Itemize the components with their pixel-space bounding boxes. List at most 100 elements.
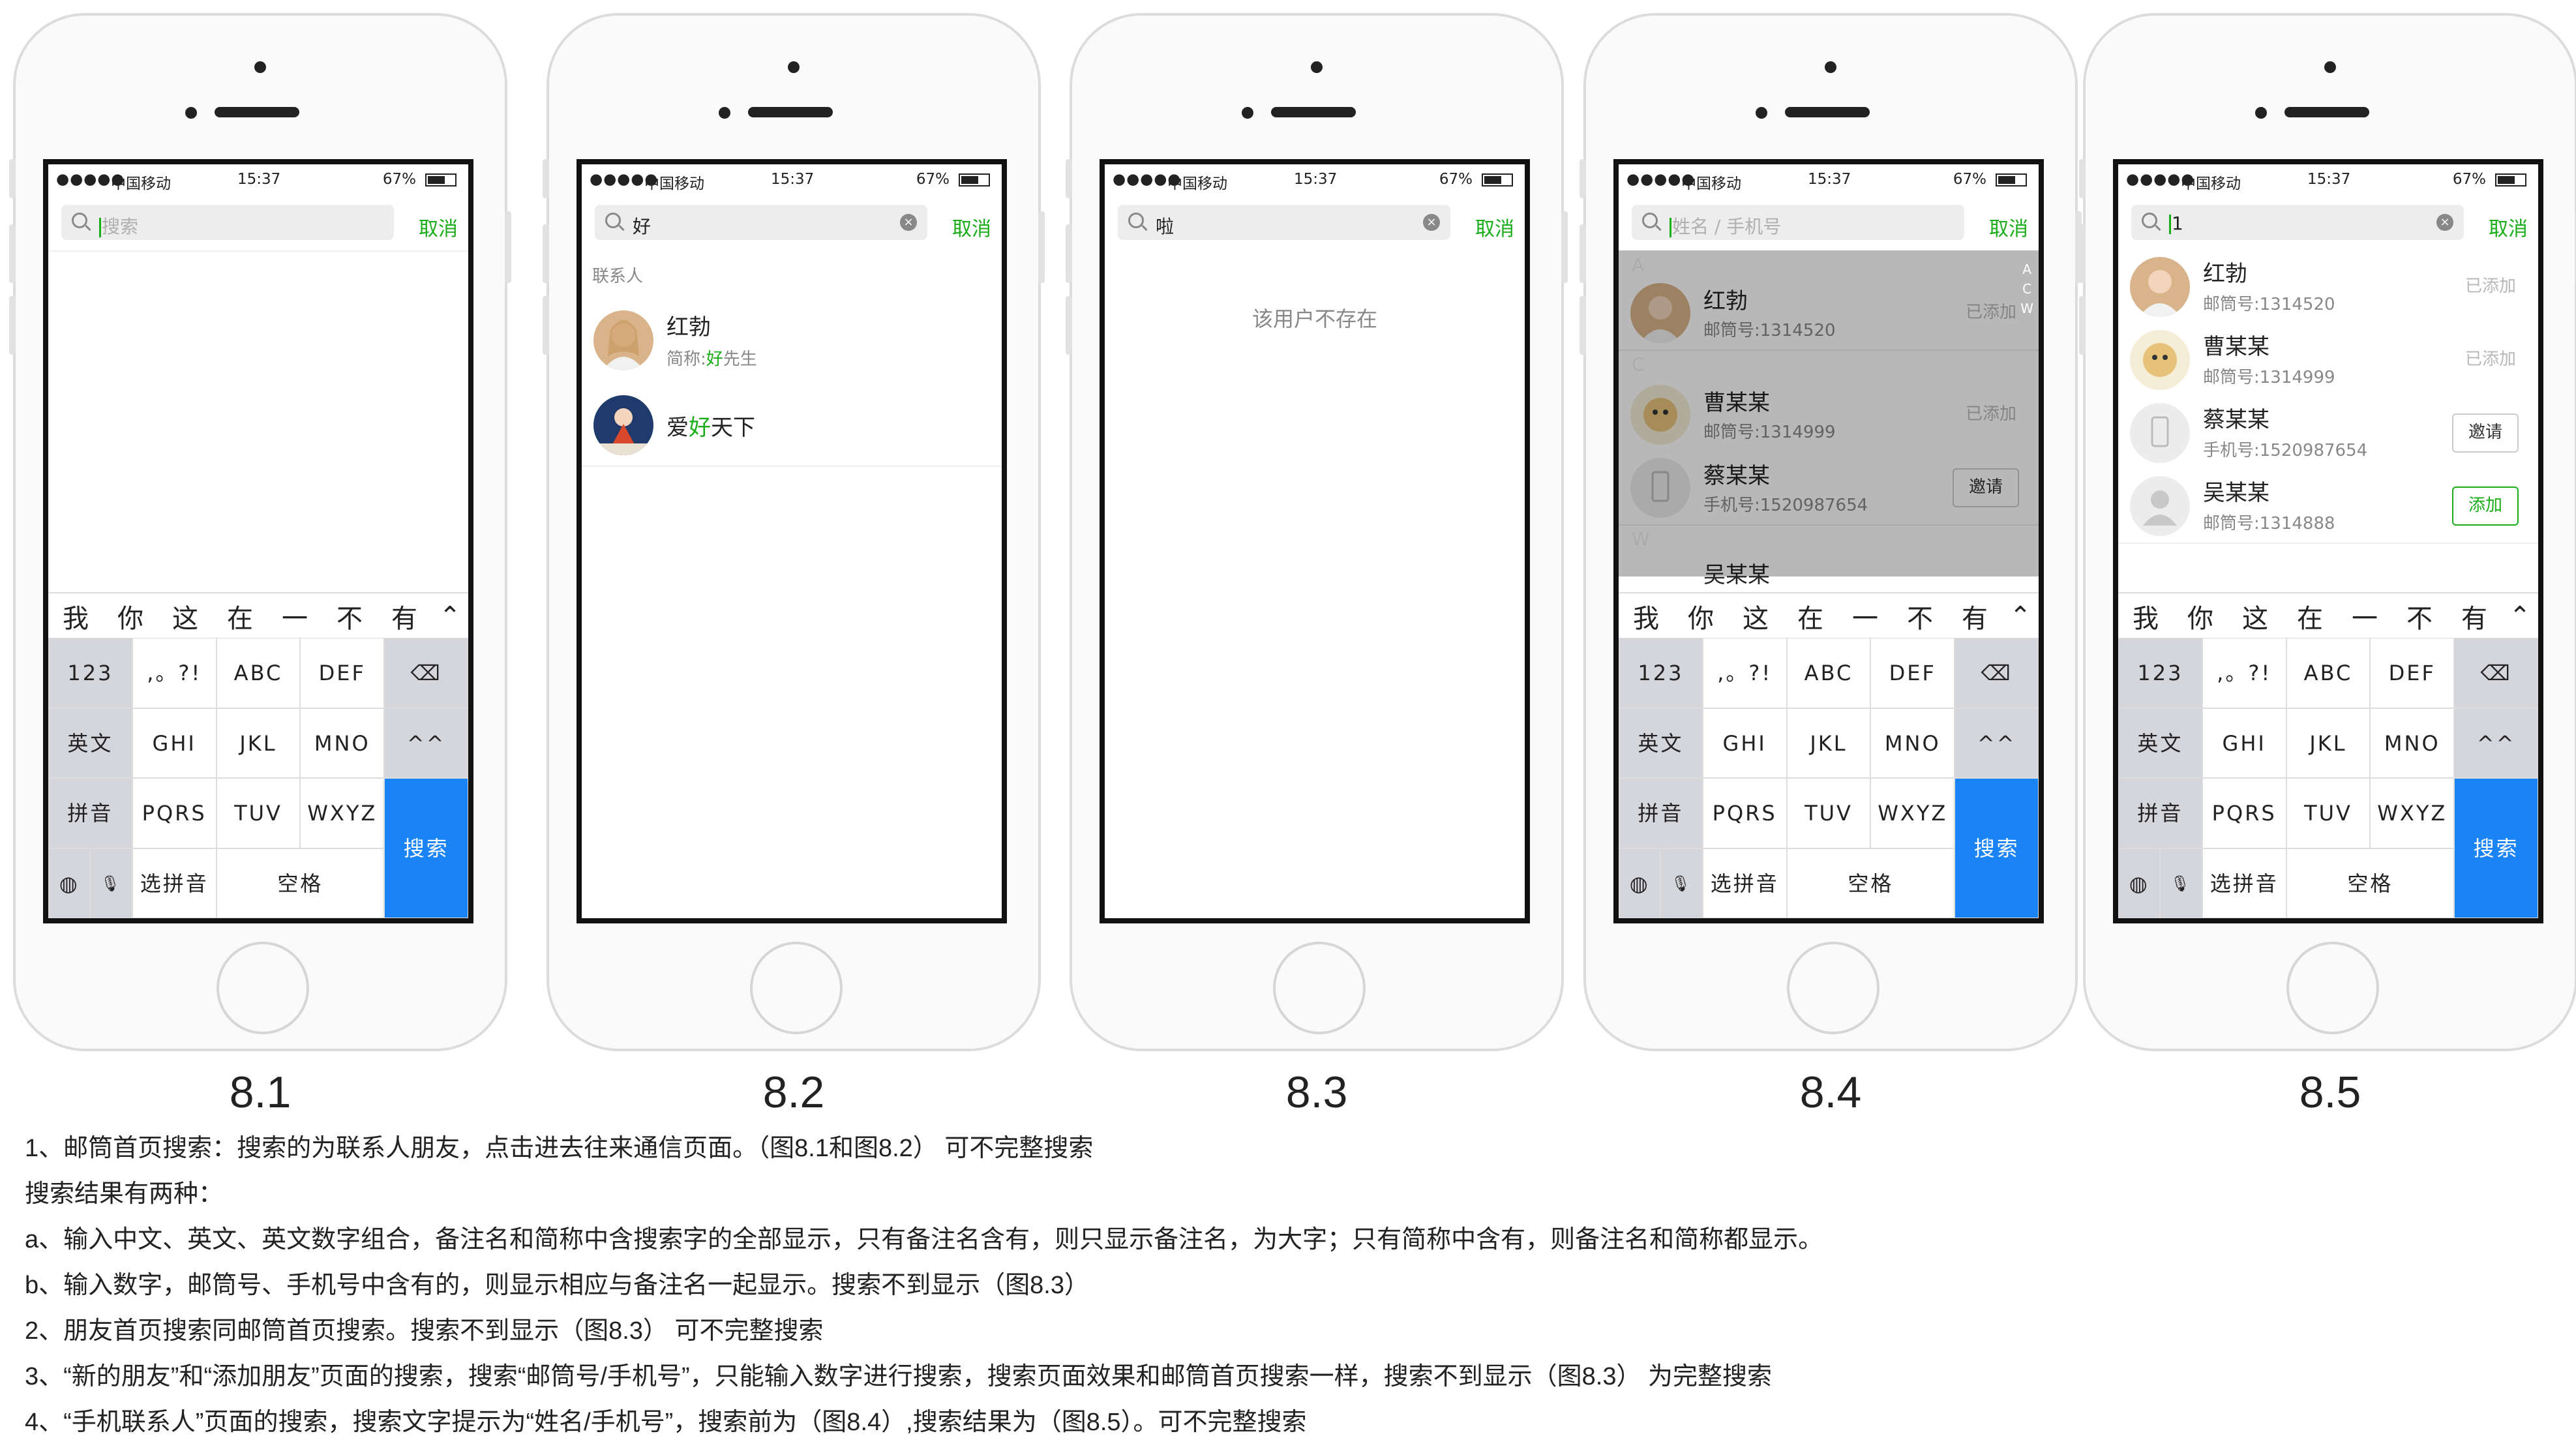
candidate-word[interactable]: 在: [213, 597, 267, 635]
cancel-button[interactable]: 取消: [1989, 213, 2028, 241]
key-punct[interactable]: ,。?!: [132, 638, 217, 708]
key-jkl[interactable]: JKL: [216, 708, 301, 778]
candidate-word[interactable]: 不: [1893, 597, 1947, 635]
key-123[interactable]: 123: [1619, 638, 1703, 708]
search-input[interactable]: 搜索: [61, 205, 394, 240]
key-select-pinyin[interactable]: 选拼音: [2202, 848, 2286, 918]
candidate-word[interactable]: 这: [158, 597, 213, 635]
key-punct[interactable]: ,。?!: [1702, 638, 1787, 708]
cancel-button[interactable]: 取消: [952, 213, 991, 241]
home-button[interactable]: [1787, 942, 1880, 1034]
key-punct[interactable]: ,。?!: [2202, 638, 2286, 708]
key-select-pinyin[interactable]: 选拼音: [132, 848, 217, 918]
list-item[interactable]: 爱好天下: [582, 381, 1002, 467]
candidate-word[interactable]: 一: [267, 597, 322, 635]
dim-overlay[interactable]: ACW: [1619, 250, 2039, 576]
key-def[interactable]: DEF: [300, 638, 385, 708]
candidate-word[interactable]: 不: [2392, 597, 2447, 635]
key-english[interactable]: 英文: [1619, 708, 1703, 778]
candidate-word[interactable]: 你: [2173, 597, 2228, 635]
expand-candidates-icon[interactable]: ⌃: [2002, 601, 2039, 631]
backspace-icon[interactable]: ⌫: [2454, 638, 2538, 708]
expand-candidates-icon[interactable]: ⌃: [432, 601, 468, 631]
key-pinyin[interactable]: 拼音: [48, 778, 132, 848]
search-input[interactable]: 啦 ×: [1118, 205, 1450, 240]
candidate-word[interactable]: 你: [103, 597, 158, 635]
key-ghi[interactable]: GHI: [1702, 708, 1787, 778]
search-key[interactable]: 搜索: [1954, 778, 2039, 918]
microphone-icon[interactable]: 🎙: [2160, 848, 2202, 918]
key-pqrs[interactable]: PQRS: [132, 778, 217, 848]
backspace-icon[interactable]: ⌫: [1954, 638, 2039, 708]
key-english[interactable]: 英文: [2118, 708, 2202, 778]
space-key[interactable]: 空格: [1786, 848, 1955, 918]
key-wxyz[interactable]: WXYZ: [300, 778, 385, 848]
cancel-button[interactable]: 取消: [1475, 213, 1514, 241]
candidate-word[interactable]: 在: [1783, 597, 1838, 635]
candidate-word[interactable]: 一: [2337, 597, 2392, 635]
search-key[interactable]: 搜索: [384, 778, 468, 918]
key-tuv[interactable]: TUV: [1786, 778, 1871, 848]
key-jkl[interactable]: JKL: [2286, 708, 2371, 778]
candidate-word[interactable]: 这: [1728, 597, 1783, 635]
microphone-icon[interactable]: 🎙: [1660, 848, 1703, 918]
space-key[interactable]: 空格: [216, 848, 385, 918]
candidate-word[interactable]: 这: [2228, 597, 2283, 635]
key-ghi[interactable]: GHI: [132, 708, 217, 778]
key-english[interactable]: 英文: [48, 708, 132, 778]
key-123[interactable]: 123: [48, 638, 132, 708]
candidate-word[interactable]: 我: [1619, 597, 1673, 635]
search-input[interactable]: 好 ×: [595, 205, 927, 240]
key-mno[interactable]: MNO: [2370, 708, 2455, 778]
key-select-pinyin[interactable]: 选拼音: [1702, 848, 1787, 918]
key-abc[interactable]: ABC: [1786, 638, 1871, 708]
candidate-word[interactable]: 我: [2118, 597, 2173, 635]
backspace-icon[interactable]: ⌫: [384, 638, 468, 708]
list-item[interactable]: 曹某某 邮筒号:1314999 已添加: [2118, 323, 2538, 398]
cancel-button[interactable]: 取消: [419, 213, 458, 241]
key-emoji[interactable]: ^^: [384, 708, 468, 778]
clear-icon[interactable]: ×: [900, 214, 917, 231]
key-pinyin[interactable]: 拼音: [1619, 778, 1703, 848]
search-input[interactable]: 姓名 / 手机号: [1632, 205, 1964, 240]
candidate-word[interactable]: 不: [322, 597, 377, 635]
candidate-word[interactable]: 有: [2447, 597, 2502, 635]
home-button[interactable]: [2286, 942, 2379, 1034]
key-pinyin[interactable]: 拼音: [2118, 778, 2202, 848]
microphone-icon[interactable]: 🎙: [90, 848, 132, 918]
candidate-word[interactable]: 一: [1838, 597, 1893, 635]
invite-button[interactable]: 邀请: [2452, 413, 2519, 453]
home-button[interactable]: [217, 942, 309, 1034]
key-mno[interactable]: MNO: [300, 708, 385, 778]
key-pqrs[interactable]: PQRS: [1702, 778, 1787, 848]
key-wxyz[interactable]: WXYZ: [1870, 778, 1955, 848]
key-def[interactable]: DEF: [2370, 638, 2455, 708]
globe-icon[interactable]: ◍: [2118, 848, 2161, 918]
search-key[interactable]: 搜索: [2454, 778, 2538, 918]
search-input[interactable]: 1 ×: [2131, 205, 2464, 240]
list-item[interactable]: 蔡某某 手机号:1520987654 邀请: [2118, 396, 2538, 471]
key-jkl[interactable]: JKL: [1786, 708, 1871, 778]
key-pqrs[interactable]: PQRS: [2202, 778, 2286, 848]
key-abc[interactable]: ABC: [216, 638, 301, 708]
candidate-word[interactable]: 有: [377, 597, 432, 635]
key-emoji[interactable]: ^^: [2454, 708, 2538, 778]
key-abc[interactable]: ABC: [2286, 638, 2371, 708]
space-key[interactable]: 空格: [2286, 848, 2455, 918]
home-button[interactable]: [750, 942, 843, 1034]
globe-icon[interactable]: ◍: [48, 848, 91, 918]
candidate-word[interactable]: 我: [48, 597, 103, 635]
home-button[interactable]: [1273, 942, 1366, 1034]
candidate-word[interactable]: 在: [2283, 597, 2337, 635]
key-123[interactable]: 123: [2118, 638, 2202, 708]
key-wxyz[interactable]: WXYZ: [2370, 778, 2455, 848]
add-button[interactable]: 添加: [2452, 486, 2519, 526]
candidate-word[interactable]: 你: [1673, 597, 1728, 635]
list-item[interactable]: 吴某某 邮筒号:1314888 添加: [2118, 470, 2538, 544]
cancel-button[interactable]: 取消: [2489, 213, 2528, 241]
index-bar[interactable]: ACW: [2020, 260, 2033, 318]
key-def[interactable]: DEF: [1870, 638, 1955, 708]
list-item[interactable]: 红勃 邮筒号:1314520 已添加: [2118, 250, 2538, 325]
key-ghi[interactable]: GHI: [2202, 708, 2286, 778]
globe-icon[interactable]: ◍: [1619, 848, 1661, 918]
